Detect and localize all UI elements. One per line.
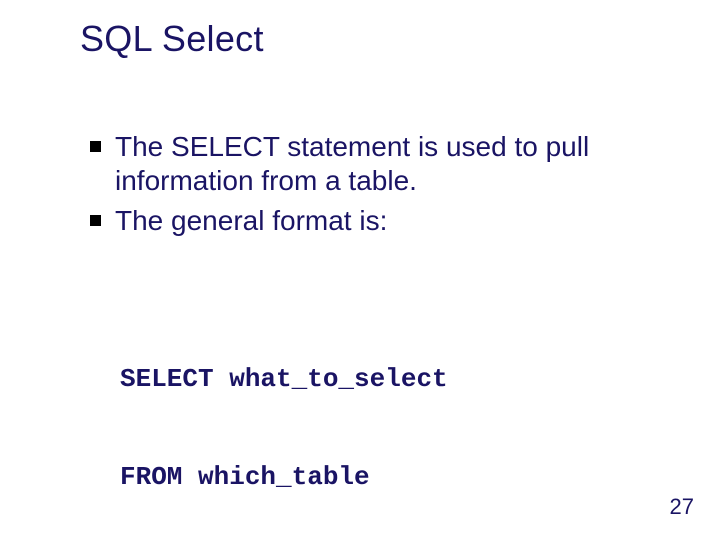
square-bullet-icon bbox=[90, 215, 101, 226]
code-block: SELECT what_to_select FROM which_table W… bbox=[120, 298, 670, 540]
slide-title: SQL Select bbox=[80, 18, 264, 60]
bullet-text: The general format is: bbox=[115, 204, 387, 238]
bullet-item: The general format is: bbox=[90, 204, 670, 238]
bullet-item: The SELECT statement is used to pull inf… bbox=[90, 130, 670, 198]
bullet-text: The SELECT statement is used to pull inf… bbox=[115, 130, 670, 198]
slide-body: The SELECT statement is used to pull inf… bbox=[90, 130, 670, 540]
page-number: 27 bbox=[670, 494, 694, 520]
code-line: FROM which_table bbox=[120, 461, 670, 494]
square-bullet-icon bbox=[90, 141, 101, 152]
slide: SQL Select The SELECT statement is used … bbox=[0, 0, 720, 540]
code-line: SELECT what_to_select bbox=[120, 363, 670, 396]
